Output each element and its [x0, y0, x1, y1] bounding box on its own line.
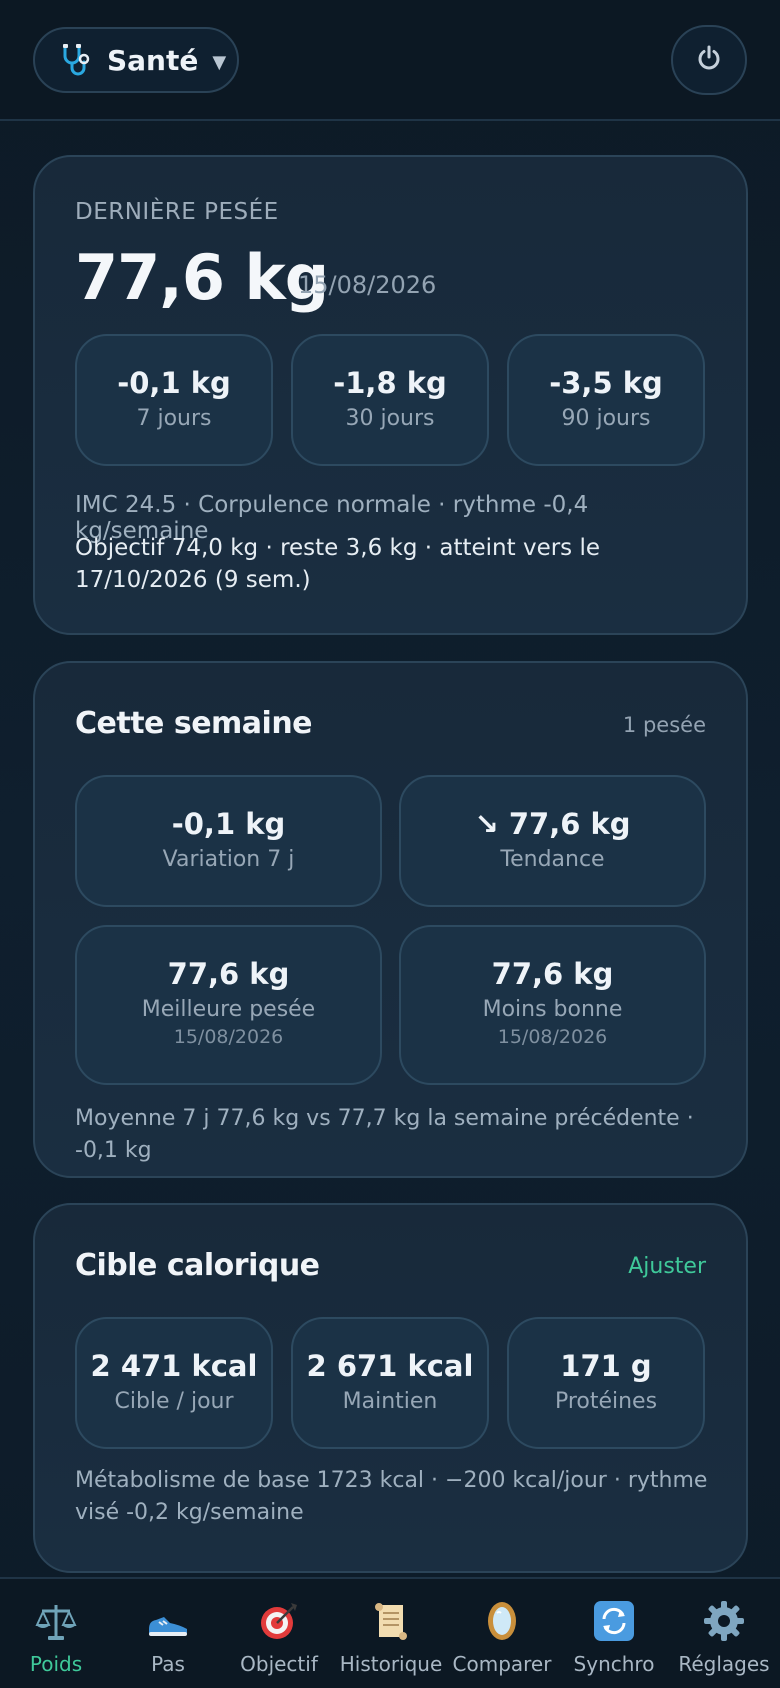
top-bar: Santé ▼: [0, 0, 780, 121]
weekly-average: Moyenne 7 j 77,6 kg vs 77,7 kg la semain…: [75, 1106, 694, 1163]
nav-label: Pas: [151, 1652, 185, 1676]
current-weight: 77,6 kg: [75, 241, 329, 314]
stat-label: Moins bonne: [482, 997, 623, 1022]
delta-90-days: -3,5 kg 90 jours: [507, 334, 705, 466]
scroll-icon: [335, 1599, 447, 1643]
weigh-in-date: 15/08/2026: [298, 271, 437, 299]
delta-30-days: -1,8 kg 30 jours: [291, 334, 489, 466]
metabolism-summary: Métabolisme de base 1723 kcal · −200 kca…: [75, 1468, 708, 1525]
calorie-target-card: Cible calorique Ajuster 2 471 kcal Cible…: [33, 1203, 748, 1573]
stat-variation: -0,1 kg Variation 7 j: [75, 775, 382, 907]
mirror-icon: [446, 1599, 558, 1643]
stat-maintenance: 2 671 kcal Maintien: [291, 1317, 489, 1449]
stat-target-per-day: 2 471 kcal Cible / jour: [75, 1317, 273, 1449]
target-icon: [223, 1599, 335, 1643]
delta-period: 30 jours: [345, 406, 435, 431]
delta-7-days: -0,1 kg 7 jours: [75, 334, 273, 466]
nav-label: Historique: [339, 1652, 443, 1676]
delta-value: -3,5 kg: [549, 366, 663, 400]
stat-value: 77,6 kg: [167, 957, 290, 991]
stat-date: 15/08/2026: [173, 1026, 284, 1048]
adjust-link[interactable]: Ajuster: [628, 1254, 706, 1279]
stat-label: Cible / jour: [114, 1389, 234, 1414]
stat-value: 2 471 kcal: [90, 1349, 258, 1383]
power-button[interactable]: [671, 25, 747, 95]
stat-label: Variation 7 j: [162, 847, 295, 872]
power-icon: [695, 44, 723, 76]
card-title: Cette semaine: [75, 706, 313, 741]
app-switcher-button[interactable]: Santé ▼: [33, 27, 239, 93]
stat-value: 171 g: [560, 1349, 652, 1383]
last-weigh-in-card: DERNIÈRE PESÉE 77,6 kg 15/08/2026 -0,1 k…: [33, 155, 748, 635]
delta-period: 7 jours: [136, 406, 212, 431]
stat-label: Tendance: [500, 847, 605, 872]
this-week-card: Cette semaine 1 pesée -0,1 kg Variation …: [33, 661, 748, 1178]
nav-label: Poids: [29, 1652, 83, 1676]
stat-worst: 77,6 kg Moins bonne 15/08/2026: [399, 925, 706, 1085]
nav-label: Comparer: [452, 1652, 552, 1676]
chevron-down-icon: ▼: [212, 51, 227, 73]
card-title: Cible calorique: [75, 1248, 320, 1283]
scale-icon: [0, 1599, 112, 1643]
stethoscope-icon: [57, 42, 93, 78]
stat-label: Protéines: [554, 1389, 658, 1414]
nav-item-historique[interactable]: Historique: [335, 1579, 447, 1688]
nav-item-reglages[interactable]: Réglages: [668, 1579, 780, 1688]
delta-value: -0,1 kg: [117, 366, 231, 400]
sneaker-icon: [112, 1599, 224, 1643]
stat-value: 77,6 kg: [491, 957, 614, 991]
stat-label: Maintien: [342, 1389, 438, 1414]
nav-label: Objectif: [240, 1652, 318, 1676]
stat-value: 2 671 kcal: [306, 1349, 474, 1383]
stat-best: 77,6 kg Meilleure pesée 15/08/2026: [75, 925, 382, 1085]
section-eyebrow: DERNIÈRE PESÉE: [75, 199, 279, 225]
bottom-navigation: Poids Pas Objectif Historique Comparer S…: [0, 1577, 780, 1688]
stat-value: -0,1 kg: [171, 807, 286, 841]
nav-item-poids[interactable]: Poids: [0, 1579, 112, 1688]
weigh-in-count: 1 pesée: [622, 713, 706, 737]
sync-icon: [558, 1599, 670, 1643]
nav-item-pas[interactable]: Pas: [112, 1579, 224, 1688]
nav-item-objectif[interactable]: Objectif: [223, 1579, 335, 1688]
stat-protein: 171 g Protéines: [507, 1317, 705, 1449]
gear-icon: [668, 1599, 780, 1643]
stat-label: Meilleure pesée: [141, 997, 316, 1022]
stat-trend: ↘ 77,6 kg Tendance: [399, 775, 706, 907]
nav-label: Réglages: [678, 1652, 770, 1676]
goal-summary: Objectif 74,0 kg · reste 3,6 kg · attein…: [75, 535, 601, 593]
delta-period: 90 jours: [561, 406, 651, 431]
app-switcher-label: Santé: [107, 43, 199, 77]
nav-label: Synchro: [573, 1652, 655, 1676]
stat-value: ↘ 77,6 kg: [474, 807, 631, 841]
stat-date: 15/08/2026: [497, 1026, 608, 1048]
nav-item-synchro[interactable]: Synchro: [558, 1579, 670, 1688]
nav-item-comparer[interactable]: Comparer: [446, 1579, 558, 1688]
delta-value: -1,8 kg: [333, 366, 447, 400]
